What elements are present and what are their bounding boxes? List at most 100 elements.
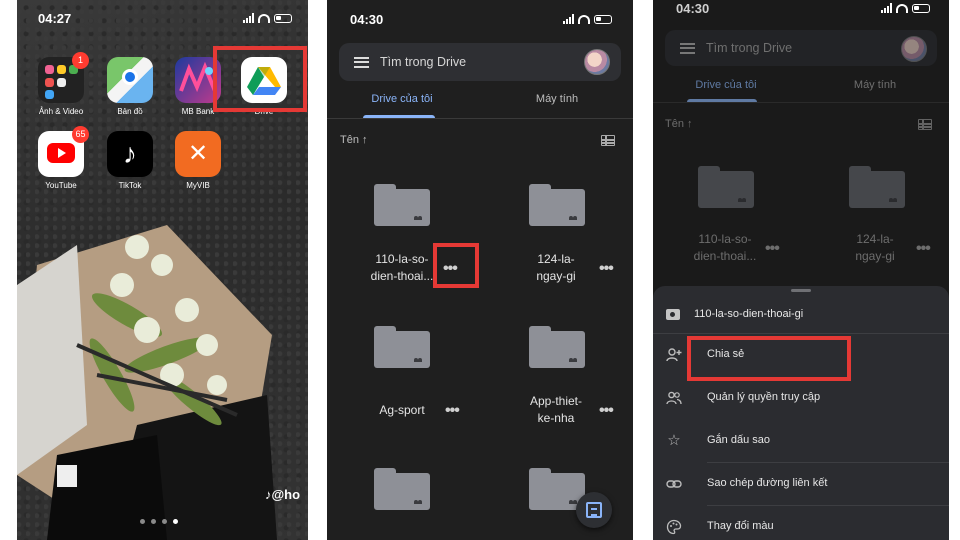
drive-sheet-panel: 04:30 Tìm trong Drive Drive của tôi Máy …	[653, 0, 949, 540]
hamburger-menu-icon[interactable]	[354, 56, 369, 68]
app-label: Bản đồ	[117, 107, 143, 116]
tiktok-watermark: ♪@ho	[265, 487, 301, 502]
maps-icon	[107, 57, 153, 103]
scan-icon	[586, 502, 602, 518]
highlight-more-options	[433, 243, 479, 288]
folder-icon[interactable]	[529, 326, 585, 368]
myvib-icon: ✕	[175, 131, 221, 177]
signal-icon	[881, 3, 892, 13]
app-label: Ảnh & Video	[38, 107, 84, 116]
search-bar[interactable]: Tìm trong Drive	[665, 30, 937, 66]
hamburger-menu-icon[interactable]	[680, 42, 695, 54]
folder-name[interactable]: 110-la-so-dien-thoai...	[670, 231, 780, 265]
more-options-icon[interactable]: •••	[916, 241, 931, 257]
scan-fab-button[interactable]	[576, 492, 612, 528]
page-dot	[162, 519, 167, 524]
app-label: YouTube	[45, 181, 77, 190]
add-person-icon	[666, 347, 682, 363]
status-time: 04:30	[350, 12, 384, 27]
shared-icon	[738, 197, 746, 202]
more-options-icon[interactable]: •••	[599, 403, 614, 419]
menu-item-label: Quản lý quyền truy cập	[707, 391, 821, 403]
wifi-icon	[578, 14, 590, 24]
tiktok-icon: ♪	[107, 131, 153, 177]
page-indicator[interactable]	[140, 519, 178, 524]
app-label: MyVIB	[186, 181, 210, 190]
shared-icon	[569, 357, 577, 362]
folder-name[interactable]: App-thiet-ke-nha	[501, 393, 611, 427]
page-dot-active	[173, 519, 178, 524]
menu-item-manage-access[interactable]: Quản lý quyền truy cập	[653, 377, 949, 420]
shared-icon	[414, 357, 422, 362]
folder-icon[interactable]	[374, 468, 430, 510]
tab-computers[interactable]: Máy tính	[512, 93, 602, 105]
notification-badge: 1	[72, 52, 89, 69]
wifi-icon	[896, 3, 908, 13]
folder-icon[interactable]	[849, 166, 905, 208]
status-icons	[881, 3, 930, 13]
search-placeholder: Tìm trong Drive	[380, 55, 467, 69]
folder-name[interactable]: 124-la-ngay-gi	[820, 231, 930, 265]
tab-computers[interactable]: Máy tính	[830, 79, 920, 91]
more-options-icon[interactable]: •••	[599, 261, 614, 277]
shared-icon	[414, 215, 422, 220]
status-icons	[243, 13, 292, 23]
menu-item-copy-link[interactable]: Sao chép đường liên kết	[653, 463, 949, 506]
signal-icon	[563, 14, 574, 24]
shared-icon	[414, 499, 422, 504]
more-options-icon[interactable]: •••	[445, 403, 460, 419]
sort-by-name[interactable]: Tên ↑	[665, 118, 693, 130]
drive-list-panel: 04:30 Tìm trong Drive Drive của tôi Máy …	[327, 0, 633, 540]
app-photos[interactable]: 1 Ảnh & Video	[31, 52, 91, 116]
tab-my-drive[interactable]: Drive của tôi	[357, 93, 447, 105]
menu-item-label: Sao chép đường liên kết	[707, 477, 828, 489]
menu-item-label: Thay đổi màu	[707, 520, 774, 532]
sheet-drag-handle[interactable]	[791, 289, 811, 292]
sheet-header: 110-la-so-dien-thoai-gi	[653, 295, 949, 333]
folder-icon[interactable]	[374, 326, 430, 368]
search-bar[interactable]: Tìm trong Drive	[339, 43, 621, 81]
app-maps[interactable]: Bản đồ	[100, 57, 160, 116]
wallpaper-bouquet-image	[17, 225, 277, 540]
people-icon	[666, 390, 682, 406]
app-label: TikTok	[118, 181, 142, 190]
page-dot	[151, 519, 156, 524]
status-time: 04:27	[38, 11, 72, 26]
app-tiktok[interactable]: ♪ TikTok	[100, 131, 160, 190]
bottom-sheet: 110-la-so-dien-thoai-gi Chia sẻ Quản lý …	[653, 286, 949, 540]
battery-icon	[912, 3, 930, 13]
app-myvib[interactable]: ✕ MyVIB	[168, 131, 228, 190]
page-dot	[140, 519, 145, 524]
folder-icon[interactable]	[698, 166, 754, 208]
search-placeholder: Tìm trong Drive	[706, 41, 793, 55]
tabs-divider	[653, 102, 949, 103]
menu-item-change-color[interactable]: Thay đổi màu	[653, 506, 949, 540]
folder-icon[interactable]	[529, 184, 585, 226]
folder-icon[interactable]	[374, 184, 430, 226]
app-youtube[interactable]: 65 YouTube	[31, 126, 91, 190]
sheet-title: 110-la-so-dien-thoai-gi	[694, 308, 804, 320]
battery-icon	[274, 13, 292, 23]
shared-icon	[569, 215, 577, 220]
battery-icon	[594, 14, 612, 24]
menu-item-star[interactable]: ☆ Gắn dấu sao	[653, 420, 949, 463]
folder-name[interactable]: 124-la-ngay-gi	[501, 251, 611, 285]
notification-badge: 65	[72, 126, 89, 143]
tabs-divider	[327, 118, 633, 119]
sort-by-name[interactable]: Tên ↑	[340, 134, 368, 146]
wifi-icon	[258, 13, 270, 23]
home-screen-panel: 04:27 1 Ảnh & Video Bản đồ MB Bank Drive…	[17, 0, 308, 540]
link-icon	[666, 476, 682, 492]
signal-icon	[243, 13, 254, 23]
tab-my-drive[interactable]: Drive của tôi	[681, 79, 771, 91]
grid-list-toggle-icon[interactable]	[918, 119, 932, 130]
grid-list-toggle-icon[interactable]	[601, 135, 615, 146]
palette-icon	[666, 519, 682, 535]
highlight-drive-app	[213, 46, 307, 112]
avatar[interactable]	[584, 49, 610, 75]
avatar[interactable]	[901, 36, 927, 62]
shared-icon	[889, 197, 897, 202]
more-options-icon[interactable]: •••	[765, 241, 780, 257]
status-time: 04:30	[676, 1, 710, 16]
folder-name[interactable]: Ag-sport	[347, 402, 457, 419]
